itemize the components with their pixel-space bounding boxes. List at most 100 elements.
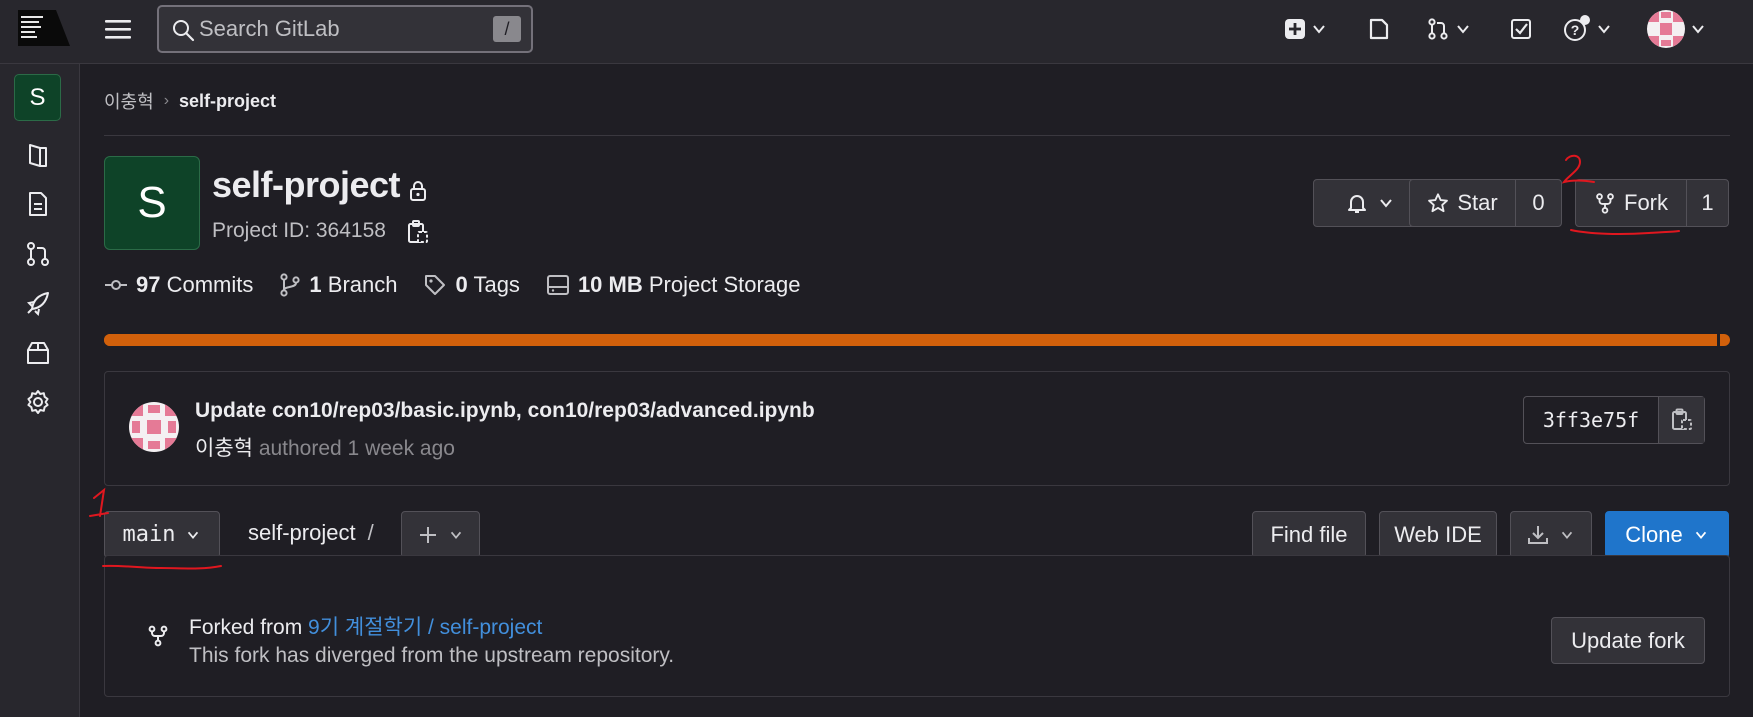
hamburger-menu-icon[interactable] [104, 16, 132, 42]
left-sidebar: S [0, 64, 80, 717]
book-icon[interactable] [24, 141, 52, 169]
download-icon [1528, 525, 1548, 544]
last-commit-card: Update con10/rep03/basic.ipynb, con10/re… [104, 371, 1730, 486]
branches-stat[interactable]: 1 Branch [279, 272, 397, 298]
forked-from-link[interactable]: 9기 계절학기 / self-project [308, 616, 542, 639]
storage-usage-tick [1717, 334, 1720, 346]
merge-requests-menu-button[interactable] [1426, 14, 1472, 44]
chevron-down-icon [450, 531, 461, 539]
download-button[interactable] [1510, 511, 1592, 558]
branch-selector[interactable]: main [104, 511, 220, 558]
issues-button[interactable] [1367, 14, 1391, 44]
commits-stat[interactable]: 97 Commits [104, 272, 253, 298]
fork-button-group: Fork 1 [1575, 179, 1729, 227]
clone-label: Clone [1625, 521, 1683, 547]
branches-count: 1 [309, 272, 322, 297]
commit-sha[interactable]: 3ff3e75f [1524, 397, 1658, 443]
storage-usage-bar [104, 334, 1730, 346]
clone-button[interactable]: Clone [1605, 511, 1729, 558]
fork-count[interactable]: 1 [1686, 180, 1728, 226]
update-fork-label: Update fork [1571, 627, 1685, 653]
search-box[interactable]: / [157, 5, 533, 53]
gear-icon[interactable] [24, 388, 52, 416]
breadcrumb-current[interactable]: self-project [179, 91, 276, 112]
storage-label: Project Storage [648, 272, 801, 297]
project-id: Project ID: 364158 [212, 219, 386, 242]
chevron-down-icon [188, 531, 199, 539]
issues-icon [1369, 18, 1389, 40]
project-title: self-project [212, 164, 401, 205]
tags-label: Tags [473, 272, 520, 297]
chevron-down-icon [1598, 25, 1610, 34]
chevron-down-icon [1380, 199, 1392, 208]
package-icon[interactable] [24, 339, 52, 367]
star-button[interactable]: Star [1410, 180, 1515, 226]
svg-text:?: ? [1571, 22, 1580, 38]
new-menu-button[interactable] [1284, 14, 1328, 44]
todo-button[interactable] [1509, 14, 1533, 44]
chevron-down-icon [1457, 25, 1469, 34]
add-to-tree-button[interactable] [401, 511, 480, 558]
top-navbar: / ? [0, 0, 1753, 64]
commit-author-avatar[interactable] [129, 402, 179, 452]
branch-icon [280, 273, 300, 297]
storage-value: 10 MB [577, 272, 643, 297]
academy-logo[interactable] [18, 10, 70, 46]
breadcrumb: 이충혁 › self-project [104, 88, 276, 114]
fork-icon [1596, 193, 1614, 214]
update-fork-button[interactable]: Update fork [1551, 617, 1705, 664]
copy-sha-button[interactable] [1658, 397, 1704, 443]
web-ide-label: Web IDE [1394, 521, 1482, 547]
branch-name: main [122, 522, 176, 547]
storage-usage-fill [104, 334, 1714, 346]
user-avatar [1647, 10, 1685, 48]
find-file-button[interactable]: Find file [1252, 511, 1366, 558]
lock-icon [410, 181, 426, 201]
commit-author[interactable]: 이충혁 [195, 437, 253, 460]
user-menu-button[interactable] [1647, 10, 1707, 48]
fork-label: Fork [1624, 190, 1668, 215]
tags-count: 0 [455, 272, 468, 297]
todo-icon [1511, 19, 1531, 39]
commit-icon [105, 280, 127, 290]
repo-path-root[interactable]: self-project [248, 520, 356, 545]
breadcrumb-separator: › [163, 92, 170, 109]
copy-icon [1671, 408, 1692, 430]
merge-request-icon[interactable] [24, 240, 52, 268]
chevron-down-icon [1695, 531, 1706, 539]
sidebar-project-avatar[interactable]: S [14, 74, 61, 121]
search-input[interactable] [199, 15, 479, 43]
chevron-down-icon [1313, 25, 1325, 34]
star-icon [1428, 193, 1449, 213]
search-icon [173, 20, 195, 42]
tags-stat[interactable]: 0 Tags [423, 272, 520, 298]
web-ide-button[interactable]: Web IDE [1379, 511, 1497, 558]
forked-from-prefix: Forked from [189, 616, 303, 639]
document-icon[interactable] [24, 190, 52, 218]
bell-icon [1348, 195, 1366, 213]
project-avatar: S [104, 156, 200, 250]
help-icon: ? [1564, 15, 1590, 41]
forked-from-text: Forked from 9기 계절학기 / self-project [189, 611, 542, 641]
repo-path-separator: / [367, 520, 374, 545]
fork-info-card: Forked from 9기 계절학기 / self-project This … [104, 555, 1730, 697]
merge-request-icon [1428, 18, 1448, 40]
branches-label: Branch [327, 272, 398, 297]
storage-icon [546, 275, 569, 295]
chevron-down-icon [1561, 531, 1573, 539]
repo-path: self-project / [248, 520, 374, 546]
tag-icon [425, 275, 446, 295]
rocket-icon[interactable] [24, 289, 52, 317]
commits-count: 97 [136, 272, 161, 297]
copy-project-id-icon[interactable] [406, 219, 430, 245]
breadcrumb-parent[interactable]: 이충혁 [104, 88, 154, 114]
commit-meta: 이충혁 authored 1 week ago [195, 432, 455, 462]
fork-button[interactable]: Fork [1576, 180, 1686, 226]
commit-title[interactable]: Update con10/rep03/basic.ipynb, con10/re… [195, 399, 815, 423]
help-menu-button[interactable]: ? [1563, 14, 1613, 44]
commit-time: authored 1 week ago [258, 437, 455, 460]
fork-status-text: This fork has diverged from the upstream… [189, 644, 675, 667]
star-button-group: Star 0 [1409, 179, 1562, 227]
storage-stat[interactable]: 10 MB Project Storage [546, 272, 801, 298]
star-count[interactable]: 0 [1515, 180, 1561, 226]
